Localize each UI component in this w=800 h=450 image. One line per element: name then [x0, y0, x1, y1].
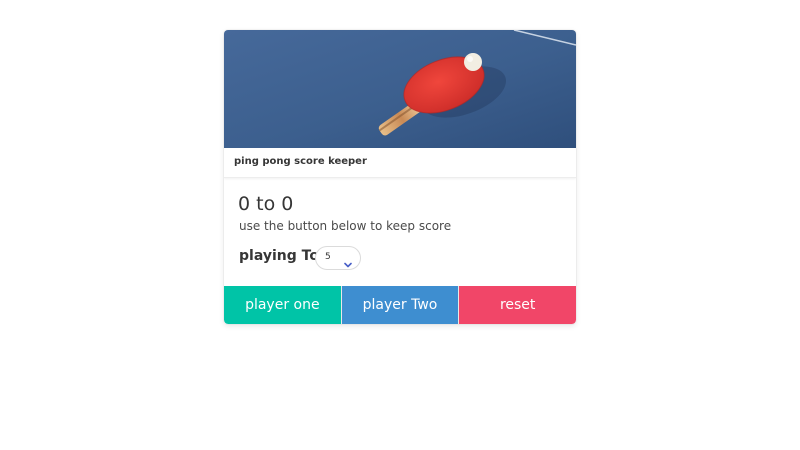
chevron-down-icon	[344, 254, 352, 268]
score-keeper-card: ping pong score keeper 0 to 0 use the bu…	[224, 30, 576, 324]
score-instructions: use the button below to keep score	[239, 219, 452, 233]
player-two-button[interactable]: player Two	[340, 286, 460, 324]
card-footer: player one player Two reset	[224, 286, 576, 324]
playing-to-select[interactable]: 5	[315, 246, 361, 270]
ping-pong-image	[224, 30, 576, 148]
playing-to-value: 5	[325, 252, 331, 262]
playing-to-label: playing To	[239, 248, 319, 264]
card-header-title: ping pong score keeper	[234, 156, 367, 167]
reset-button[interactable]: reset	[459, 286, 576, 324]
card-header: ping pong score keeper	[224, 148, 576, 178]
score-display: 0 to 0	[238, 193, 294, 215]
player-one-button[interactable]: player one	[224, 286, 341, 324]
